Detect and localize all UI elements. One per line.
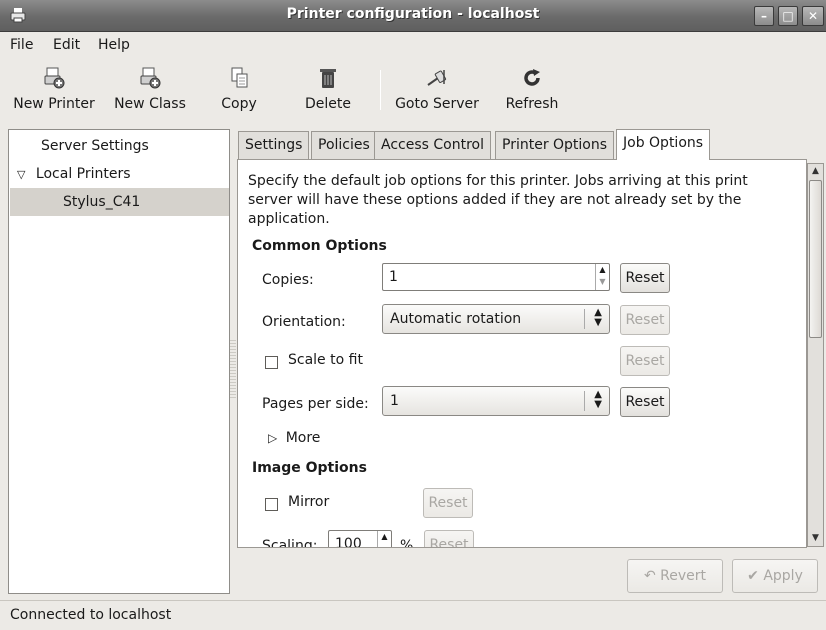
copy-label: Copy (221, 96, 257, 112)
copies-reset-button[interactable]: Reset (620, 263, 670, 293)
new-class-icon (140, 67, 161, 89)
new-printer-button[interactable]: New Printer (6, 58, 102, 120)
mirror-label: Mirror (288, 494, 330, 510)
orientation-combo[interactable]: Automatic rotation ▲ ▼ (382, 304, 610, 334)
checkmark-icon: ✔ (747, 568, 759, 584)
scale-to-fit-label: Scale to fit (288, 352, 363, 368)
expander-right-icon: ▷ (268, 431, 278, 445)
server-settings-item[interactable]: Server Settings (41, 138, 149, 154)
copies-stepper[interactable]: ▲ ▼ (595, 264, 609, 290)
vertical-scrollbar[interactable]: ▲ ▼ (807, 163, 824, 547)
pages-per-side-combo[interactable]: 1 ▲ ▼ (382, 386, 610, 416)
printer-list: Server Settings ▽ Local Printers Stylus_… (8, 129, 230, 594)
delete-label: Delete (305, 96, 351, 112)
status-bar: Connected to localhost (0, 600, 826, 630)
orientation-label: Orientation: (262, 314, 346, 330)
revert-icon: ↶ (643, 568, 656, 584)
combo-separator (584, 309, 585, 329)
job-options-panel: Specify the default job options for this… (237, 159, 807, 548)
orientation-value: Automatic rotation (390, 311, 522, 327)
stepper-up-icon[interactable]: ▲ (596, 264, 609, 276)
title-bar: Printer configuration - localhost – □ ✕ (0, 0, 826, 32)
pages-per-side-value: 1 (390, 393, 399, 409)
more-expander[interactable]: ▷ More (268, 430, 320, 446)
image-options-heading: Image Options (252, 460, 367, 476)
maximize-icon[interactable]: □ (778, 6, 798, 26)
scaling-spinbox[interactable]: 100 ▲ (328, 530, 392, 548)
new-printer-label: New Printer (13, 96, 95, 112)
copies-label: Copies: (262, 272, 314, 288)
new-class-label: New Class (114, 96, 186, 112)
delete-button[interactable]: Delete (298, 58, 358, 120)
scaling-stepper[interactable]: ▲ (377, 531, 391, 547)
goto-server-button[interactable]: Goto Server (390, 58, 484, 120)
apply-label: Apply (763, 568, 803, 584)
printer-item-stylus-c41[interactable]: Stylus_C41 (63, 194, 140, 210)
toolbar: New Printer New Class Copy Delete Goto S… (0, 58, 826, 120)
plug-icon (427, 70, 447, 86)
scroll-down-icon[interactable]: ▼ (809, 531, 822, 546)
stepper-up-icon[interactable]: ▲ (378, 531, 391, 543)
expander-down-icon: ▽ (17, 168, 26, 181)
combo-separator (584, 391, 585, 411)
scaling-reset-button[interactable]: Reset (424, 530, 474, 547)
status-text: Connected to localhost (10, 607, 172, 623)
window-title: Printer configuration - localhost (286, 6, 540, 22)
local-printers-expander[interactable]: ▽ Local Printers (17, 166, 131, 182)
local-printers-label: Local Printers (35, 166, 131, 182)
revert-label: Revert (660, 568, 707, 584)
menu-edit[interactable]: Edit (53, 37, 80, 53)
copy-button[interactable]: Copy (214, 58, 264, 120)
scroll-thumb[interactable] (809, 180, 822, 338)
toolbar-separator (380, 70, 381, 110)
close-icon[interactable]: ✕ (802, 6, 824, 26)
revert-button[interactable]: ↶ Revert (627, 559, 723, 593)
scaling-label: Scaling: (262, 538, 318, 548)
common-options-heading: Common Options (252, 238, 387, 254)
tab-settings[interactable]: Settings (238, 131, 310, 159)
tab-printer-options[interactable]: Printer Options (495, 131, 615, 159)
refresh-button[interactable]: Refresh (502, 58, 562, 120)
job-options-description: Specify the default job options for this… (248, 173, 748, 227)
pages-reset-button[interactable]: Reset (620, 387, 670, 417)
mirror-reset-button[interactable]: Reset (423, 488, 473, 518)
orientation-reset-button[interactable]: Reset (620, 305, 670, 335)
tab-job-options[interactable]: Job Options (616, 129, 711, 160)
copy-icon (231, 67, 248, 88)
goto-server-label: Goto Server (395, 96, 479, 112)
mirror-checkbox[interactable] (265, 498, 278, 511)
apply-button[interactable]: ✔ Apply (732, 559, 818, 593)
menu-file[interactable]: File (10, 37, 33, 53)
minimize-icon[interactable]: – (754, 6, 774, 26)
more-label: More (285, 430, 321, 446)
pane-splitter[interactable] (230, 340, 236, 400)
scaling-value: 100 (335, 536, 362, 548)
combo-arrows-icon: ▲ ▼ (594, 389, 602, 410)
scale-to-fit-checkbox[interactable] (265, 356, 278, 369)
tab-policies[interactable]: Policies (311, 131, 377, 159)
new-printer-icon (44, 67, 65, 89)
new-class-button[interactable]: New Class (110, 58, 190, 120)
menu-help[interactable]: Help (98, 37, 130, 53)
copies-value: 1 (389, 269, 398, 285)
tab-access-control[interactable]: Access Control (374, 131, 491, 159)
scale-reset-button[interactable]: Reset (620, 346, 670, 376)
stepper-down-icon[interactable]: ▼ (596, 276, 609, 288)
trash-icon (320, 69, 336, 88)
refresh-label: Refresh (505, 96, 559, 112)
copies-spinbox[interactable]: 1 ▲ ▼ (382, 263, 610, 291)
combo-arrows-icon: ▲ ▼ (594, 307, 602, 328)
menu-bar: File Edit Help (0, 32, 826, 58)
scaling-unit: % (400, 538, 414, 548)
scroll-up-icon[interactable]: ▲ (809, 164, 822, 179)
pages-per-side-label: Pages per side: (262, 396, 369, 412)
refresh-icon (524, 69, 540, 86)
